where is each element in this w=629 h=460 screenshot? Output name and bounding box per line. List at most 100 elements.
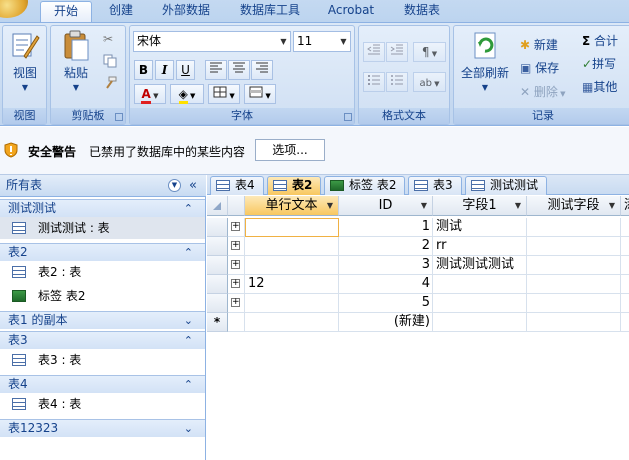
- table-cell[interactable]: [621, 275, 629, 294]
- nav-group-table12323[interactable]: 表12323 ⌄: [0, 419, 205, 437]
- expand-plus-icon[interactable]: +: [231, 279, 240, 288]
- column-header-test-field[interactable]: 测试字段 ▼: [527, 196, 621, 216]
- chevron-down-icon[interactable]: ▼: [609, 196, 615, 215]
- table-cell[interactable]: [527, 237, 621, 256]
- nav-item-table2[interactable]: 表2 : 表: [0, 261, 205, 283]
- table-cell[interactable]: [527, 275, 621, 294]
- expand-plus-icon[interactable]: +: [231, 241, 240, 250]
- align-center-button[interactable]: [228, 60, 250, 80]
- shutter-bar-close-icon[interactable]: «: [189, 175, 197, 196]
- delete-record-button[interactable]: ✕ 删除 ▼: [520, 83, 566, 100]
- format-painter-button[interactable]: [103, 76, 121, 92]
- font-launcher[interactable]: [344, 113, 352, 121]
- font-color-button[interactable]: A ▼: [134, 84, 166, 104]
- numbering-button[interactable]: [363, 72, 385, 92]
- table-cell[interactable]: [527, 256, 621, 275]
- align-left-button[interactable]: [205, 60, 227, 80]
- nav-menu-dropdown-icon[interactable]: ▼: [168, 179, 181, 192]
- doc-tab-test[interactable]: 测试测试: [465, 176, 547, 195]
- column-header-id[interactable]: ID ▼: [339, 196, 433, 216]
- table-cell[interactable]: rr: [433, 237, 527, 256]
- save-record-button[interactable]: ▣ 保存: [520, 59, 559, 76]
- nav-item-label-report[interactable]: 标签 表2: [0, 285, 205, 307]
- tab-acrobat[interactable]: Acrobat: [318, 1, 384, 22]
- table-cell[interactable]: 4: [339, 275, 433, 294]
- font-name-combo[interactable]: 宋体 ▼: [133, 31, 291, 52]
- clipboard-launcher[interactable]: [115, 113, 123, 121]
- table-cell[interactable]: [245, 218, 339, 237]
- chevron-down-icon[interactable]: ▼: [421, 196, 427, 215]
- record-selector[interactable]: [207, 218, 228, 237]
- doc-tab-table2[interactable]: 表2: [267, 176, 321, 195]
- cut-button[interactable]: ✂: [103, 32, 121, 48]
- nav-group-test[interactable]: 测试测试 ⌃: [0, 199, 205, 217]
- underline-button[interactable]: U: [176, 60, 195, 80]
- table-cell[interactable]: 测试测试测试: [433, 256, 527, 275]
- record-selector[interactable]: [207, 275, 228, 294]
- increase-indent-button[interactable]: [386, 42, 408, 62]
- decrease-indent-button[interactable]: [363, 42, 385, 62]
- table-cell[interactable]: [245, 256, 339, 275]
- doc-tab-table3[interactable]: 表3: [408, 176, 462, 195]
- tab-create[interactable]: 创建: [98, 1, 144, 22]
- doc-tab-label-report[interactable]: 标签 表2: [324, 176, 405, 195]
- table-cell[interactable]: [433, 275, 527, 294]
- tab-external-data[interactable]: 外部数据: [150, 1, 222, 22]
- column-header-field1[interactable]: 字段1 ▼: [433, 196, 527, 216]
- bold-button[interactable]: B: [134, 60, 153, 80]
- table-cell[interactable]: [621, 256, 629, 275]
- more-button[interactable]: ▦其他: [582, 78, 617, 95]
- view-button[interactable]: 视图 ▼: [6, 30, 44, 100]
- nav-item-test-table[interactable]: 测试测试 : 表: [0, 217, 205, 239]
- new-row-cell[interactable]: [433, 313, 527, 332]
- tab-database-tools[interactable]: 数据库工具: [228, 1, 312, 22]
- nav-group-table4[interactable]: 表4 ⌃: [0, 375, 205, 393]
- copy-button[interactable]: [103, 54, 121, 70]
- record-selector[interactable]: [207, 237, 228, 256]
- new-record-selector[interactable]: *: [207, 313, 228, 332]
- table-cell[interactable]: 5: [339, 294, 433, 313]
- table-cell[interactable]: 1: [339, 218, 433, 237]
- fill-color-button[interactable]: ◈ ▼: [170, 84, 204, 104]
- nav-item-table4[interactable]: 表4 : 表: [0, 393, 205, 415]
- doc-tab-table4[interactable]: 表4: [210, 176, 264, 195]
- font-size-combo[interactable]: 11 ▼: [293, 31, 351, 52]
- column-header-text[interactable]: 单行文本 ▼: [245, 196, 339, 216]
- record-selector[interactable]: [207, 294, 228, 313]
- chevron-down-icon[interactable]: ▼: [515, 196, 521, 215]
- align-right-button[interactable]: [251, 60, 273, 80]
- table-cell[interactable]: [527, 218, 621, 237]
- new-row-cell[interactable]: [527, 313, 621, 332]
- table-cell[interactable]: 3: [339, 256, 433, 275]
- new-record-button[interactable]: ✱ 新建: [520, 36, 558, 53]
- table-cell[interactable]: [621, 294, 629, 313]
- options-button[interactable]: 选项...: [255, 139, 325, 161]
- highlight-button[interactable]: ab ▼: [413, 72, 446, 92]
- chevron-down-icon[interactable]: ▼: [327, 196, 333, 215]
- table-cell[interactable]: [433, 294, 527, 313]
- totals-button[interactable]: Σ 合计: [582, 32, 618, 49]
- expand-plus-icon[interactable]: +: [231, 222, 240, 231]
- new-row-cell[interactable]: [621, 313, 629, 332]
- new-row-cell[interactable]: [245, 313, 339, 332]
- table-cell[interactable]: [245, 237, 339, 256]
- gridlines-button[interactable]: ▼: [208, 84, 240, 104]
- italic-button[interactable]: I: [155, 60, 174, 80]
- nav-item-table3[interactable]: 表3 : 表: [0, 349, 205, 371]
- expand-plus-icon[interactable]: +: [231, 298, 240, 307]
- nav-pane-header[interactable]: 所有表 ▼ «: [0, 175, 206, 197]
- table-cell[interactable]: [621, 237, 629, 256]
- paste-button[interactable]: 粘贴 ▼: [56, 30, 96, 100]
- column-header-add-new[interactable]: 添: [621, 196, 629, 216]
- expand-plus-icon[interactable]: +: [231, 260, 240, 269]
- table-cell[interactable]: 12: [245, 275, 339, 294]
- nav-group-table2[interactable]: 表2 ⌃: [0, 243, 205, 261]
- select-all-corner[interactable]: [207, 196, 228, 216]
- table-cell[interactable]: [245, 294, 339, 313]
- nav-group-table3[interactable]: 表3 ⌃: [0, 331, 205, 349]
- bullets-button[interactable]: [386, 72, 408, 92]
- tab-home[interactable]: 开始: [40, 1, 92, 22]
- new-row-id-cell[interactable]: (新建): [339, 313, 433, 332]
- table-cell[interactable]: 测试: [433, 218, 527, 237]
- table-cell[interactable]: 2: [339, 237, 433, 256]
